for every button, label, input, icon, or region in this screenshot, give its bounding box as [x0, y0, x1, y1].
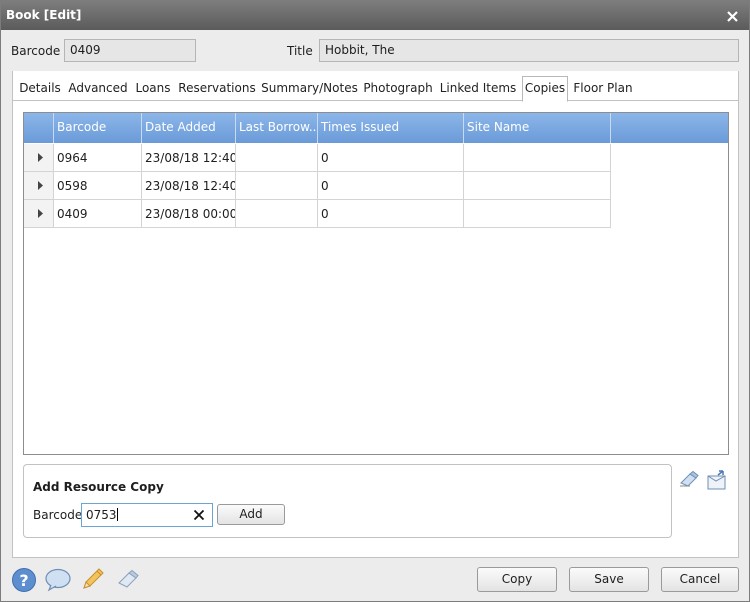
column-header-date-added[interactable]: Date Added — [142, 113, 236, 143]
cell-barcode: 0598 — [54, 172, 142, 200]
add-copy-barcode-label: Barcode — [33, 508, 83, 522]
tab-copies[interactable]: Copies — [522, 76, 568, 102]
export-copy-icon[interactable] — [706, 469, 728, 494]
tab-summary-notes[interactable]: Summary/Notes — [261, 76, 358, 101]
cell-site-name — [464, 172, 611, 200]
expand-arrow-icon — [38, 181, 43, 190]
tab-details[interactable]: Details — [16, 76, 64, 101]
row-expander[interactable] — [24, 172, 54, 200]
add-resource-copy-box: Add Resource Copy Barcode 0753 Add — [23, 464, 672, 538]
clear-input-icon[interactable] — [193, 509, 207, 523]
tab-reservations[interactable]: Reservations — [177, 76, 257, 101]
tab-photograph[interactable]: Photograph — [362, 76, 434, 101]
column-header-site-name[interactable]: Site Name — [464, 113, 611, 143]
cell-barcode: 0964 — [54, 144, 142, 172]
cell-barcode: 0409 — [54, 200, 142, 228]
cell-date-added: 23/08/18 12:40 — [142, 144, 236, 172]
save-button[interactable]: Save — [569, 567, 649, 592]
title-label: Title — [287, 44, 313, 58]
window-title: Book [Edit] — [6, 8, 82, 22]
copies-grid: Barcode Date Added Last Borrow... Times … — [23, 112, 729, 455]
add-resource-copy-title: Add Resource Copy — [33, 480, 164, 494]
column-header-barcode[interactable]: Barcode — [54, 113, 142, 143]
header-expander-column — [24, 113, 54, 143]
add-copy-barcode-value: 0753 — [86, 508, 117, 522]
svg-text:?: ? — [19, 571, 28, 590]
cell-site-name — [464, 144, 611, 172]
comment-icon[interactable] — [44, 568, 72, 595]
cell-times-issued: 0 — [318, 144, 464, 172]
eraser-icon[interactable] — [116, 569, 140, 592]
pencil-icon[interactable] — [80, 566, 106, 595]
eraser-icon[interactable] — [678, 470, 700, 491]
help-icon[interactable]: ? — [11, 567, 37, 596]
cell-times-issued: 0 — [318, 172, 464, 200]
title-bar: Book [Edit] — [1, 1, 749, 30]
title-field[interactable]: Hobbit, The — [319, 39, 739, 62]
cell-times-issued: 0 — [318, 200, 464, 228]
expand-arrow-icon — [38, 153, 43, 162]
tab-floor-plan[interactable]: Floor Plan — [572, 76, 634, 101]
column-header-last-borrowed[interactable]: Last Borrow... — [236, 113, 318, 143]
row-expander[interactable] — [24, 200, 54, 228]
barcode-field[interactable]: 0409 — [64, 39, 196, 62]
cell-last-borrowed — [236, 144, 318, 172]
tab-loans[interactable]: Loans — [133, 76, 173, 101]
tab-advanced[interactable]: Advanced — [67, 76, 129, 101]
tab-strip: Details Advanced Loans Reservations Summ… — [12, 76, 739, 102]
grid-header: Barcode Date Added Last Borrow... Times … — [24, 113, 728, 143]
expand-arrow-icon — [38, 209, 43, 218]
add-copy-button[interactable]: Add — [217, 504, 285, 525]
cancel-button[interactable]: Cancel — [661, 567, 739, 592]
cell-date-added: 23/08/18 00:00 — [142, 200, 236, 228]
cell-date-added: 23/08/18 12:40 — [142, 172, 236, 200]
cell-last-borrowed — [236, 172, 318, 200]
book-edit-window: Book [Edit] Barcode 0409 Title Hobbit, T… — [0, 0, 750, 602]
column-header-times-issued[interactable]: Times Issued — [318, 113, 464, 143]
text-caret — [116, 508, 118, 521]
tab-linked-items[interactable]: Linked Items — [438, 76, 518, 101]
close-icon[interactable] — [726, 1, 740, 30]
barcode-label: Barcode — [11, 44, 61, 58]
cell-last-borrowed — [236, 200, 318, 228]
cell-site-name — [464, 200, 611, 228]
copy-button[interactable]: Copy — [477, 567, 557, 592]
row-expander[interactable] — [24, 144, 54, 172]
